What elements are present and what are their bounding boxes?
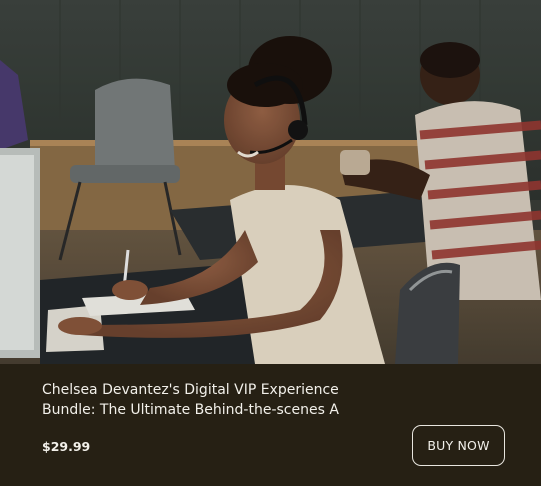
product-title[interactable]: Chelsea Devantez's Digital VIP Experienc… [42, 380, 362, 420]
product-info-panel: Chelsea Devantez's Digital VIP Experienc… [0, 364, 541, 486]
product-image[interactable] [0, 0, 541, 364]
buy-now-button[interactable]: BUY NOW [412, 425, 505, 466]
office-photo-illustration [0, 0, 541, 364]
product-price: $29.99 [42, 439, 91, 454]
product-card: Chelsea Devantez's Digital VIP Experienc… [0, 0, 541, 486]
